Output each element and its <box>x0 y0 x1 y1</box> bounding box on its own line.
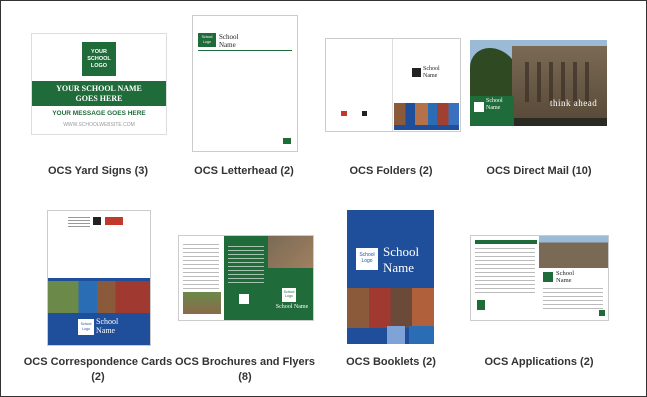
application-building-photo <box>539 236 608 268</box>
letterhead-school-name: School Name <box>219 33 239 49</box>
folder-fold-line <box>392 39 393 131</box>
product-caption[interactable]: OCS Yard Signs (3) <box>23 164 173 179</box>
yard-sign-thumbnail[interactable]: YOUR SCHOOL LOGO YOUR SCHOOL NAME GOES H… <box>31 33 167 135</box>
yard-sign-logo-box: YOUR SCHOOL LOGO <box>82 42 116 76</box>
brochure-right-logo: School Logo <box>282 288 296 302</box>
booklet-school-word: School <box>383 244 420 259</box>
brochure-middle-text <box>228 246 264 286</box>
application-left-logo <box>477 300 485 310</box>
booklet-light-square-1 <box>387 326 405 344</box>
direct-mail-school-name: School Name <box>486 98 503 111</box>
letterhead-logo-text: School Logo <box>201 35 213 44</box>
product-caption[interactable]: OCS Applications (2) <box>464 355 614 370</box>
letterhead-thumbnail[interactable]: School Logo School Name <box>192 15 298 152</box>
folder-logo-box <box>412 68 421 77</box>
direct-mail-window-row <box>525 62 595 102</box>
product-caption[interactable]: OCS Booklets (2) <box>316 355 466 370</box>
application-left-header <box>475 240 537 244</box>
folder-left-dark-logo <box>362 111 367 116</box>
folders-thumbnail[interactable]: School Name <box>325 38 461 132</box>
brochure-school-name: School Name <box>275 304 309 310</box>
yard-sign-website: WWW.SCHOOLWEBSITE.COM <box>63 122 135 128</box>
card-dark-logo <box>93 217 101 225</box>
direct-mail-logo-box <box>474 102 484 112</box>
card-red-logo <box>105 217 123 225</box>
folder-left-red-logo <box>341 111 347 116</box>
folder-photo-strip <box>394 103 459 125</box>
application-right-lines <box>543 288 603 310</box>
brochures-flyers-thumbnail[interactable]: School Logo School Name <box>178 235 314 321</box>
application-logo-box <box>543 272 553 282</box>
application-form-lines <box>475 248 535 294</box>
booklet-photo-area <box>347 288 434 328</box>
card-logo-box: School Logo <box>78 319 94 335</box>
brochure-right-photo <box>268 236 313 268</box>
card-school-name: School Name <box>96 317 119 335</box>
product-caption[interactable]: OCS Correspondence Cards (2) <box>23 355 173 385</box>
application-right-footer <box>599 310 605 316</box>
folder-blue-band <box>394 125 459 130</box>
booklet-logo-text: School Logo <box>359 252 375 264</box>
direct-mail-thumbnail[interactable]: School Name think ahead <box>470 40 607 126</box>
product-caption[interactable]: OCS Letterhead (2) <box>169 164 319 179</box>
brochure-left-photo <box>183 292 221 314</box>
direct-mail-bottom-band <box>514 118 607 126</box>
letterhead-footer-mark <box>283 138 291 144</box>
yard-sign-message: YOUR MESSAGE GOES HERE <box>52 110 146 117</box>
yard-sign-logo-text: YOUR SCHOOL LOGO <box>87 48 111 69</box>
card-photo-grid <box>48 281 150 313</box>
yard-sign-name-text: YOUR SCHOOL NAME GOES HERE <box>56 83 142 103</box>
booklet-name-word: Name <box>383 260 415 275</box>
application-school-name: School Name <box>556 270 575 284</box>
yard-sign-name-band: YOUR SCHOOL NAME GOES HERE <box>32 81 166 106</box>
booklets-thumbnail[interactable]: School Logo School Name <box>347 210 434 344</box>
product-caption[interactable]: OCS Direct Mail (10) <box>464 164 614 179</box>
brochure-logo-text: School Logo <box>283 290 295 298</box>
card-logo-text: School Logo <box>80 322 92 331</box>
product-caption[interactable]: OCS Folders (2) <box>316 164 466 179</box>
booklet-light-square-2 <box>409 326 434 344</box>
brochure-middle-logo <box>239 294 249 304</box>
letterhead-logo-box: School Logo <box>198 33 216 47</box>
product-caption[interactable]: OCS Brochures and Flyers (8) <box>170 355 320 385</box>
card-address-block <box>68 217 90 227</box>
brochure-text-panel <box>183 244 219 290</box>
correspondence-cards-thumbnail[interactable]: School Logo School Name <box>47 210 151 346</box>
applications-thumbnail[interactable]: School Name <box>470 235 609 321</box>
folder-school-name: School Name <box>423 66 440 79</box>
letterhead-rule <box>198 50 292 51</box>
booklet-logo-box: School Logo <box>356 248 378 270</box>
direct-mail-tagline: think ahead <box>550 98 598 108</box>
